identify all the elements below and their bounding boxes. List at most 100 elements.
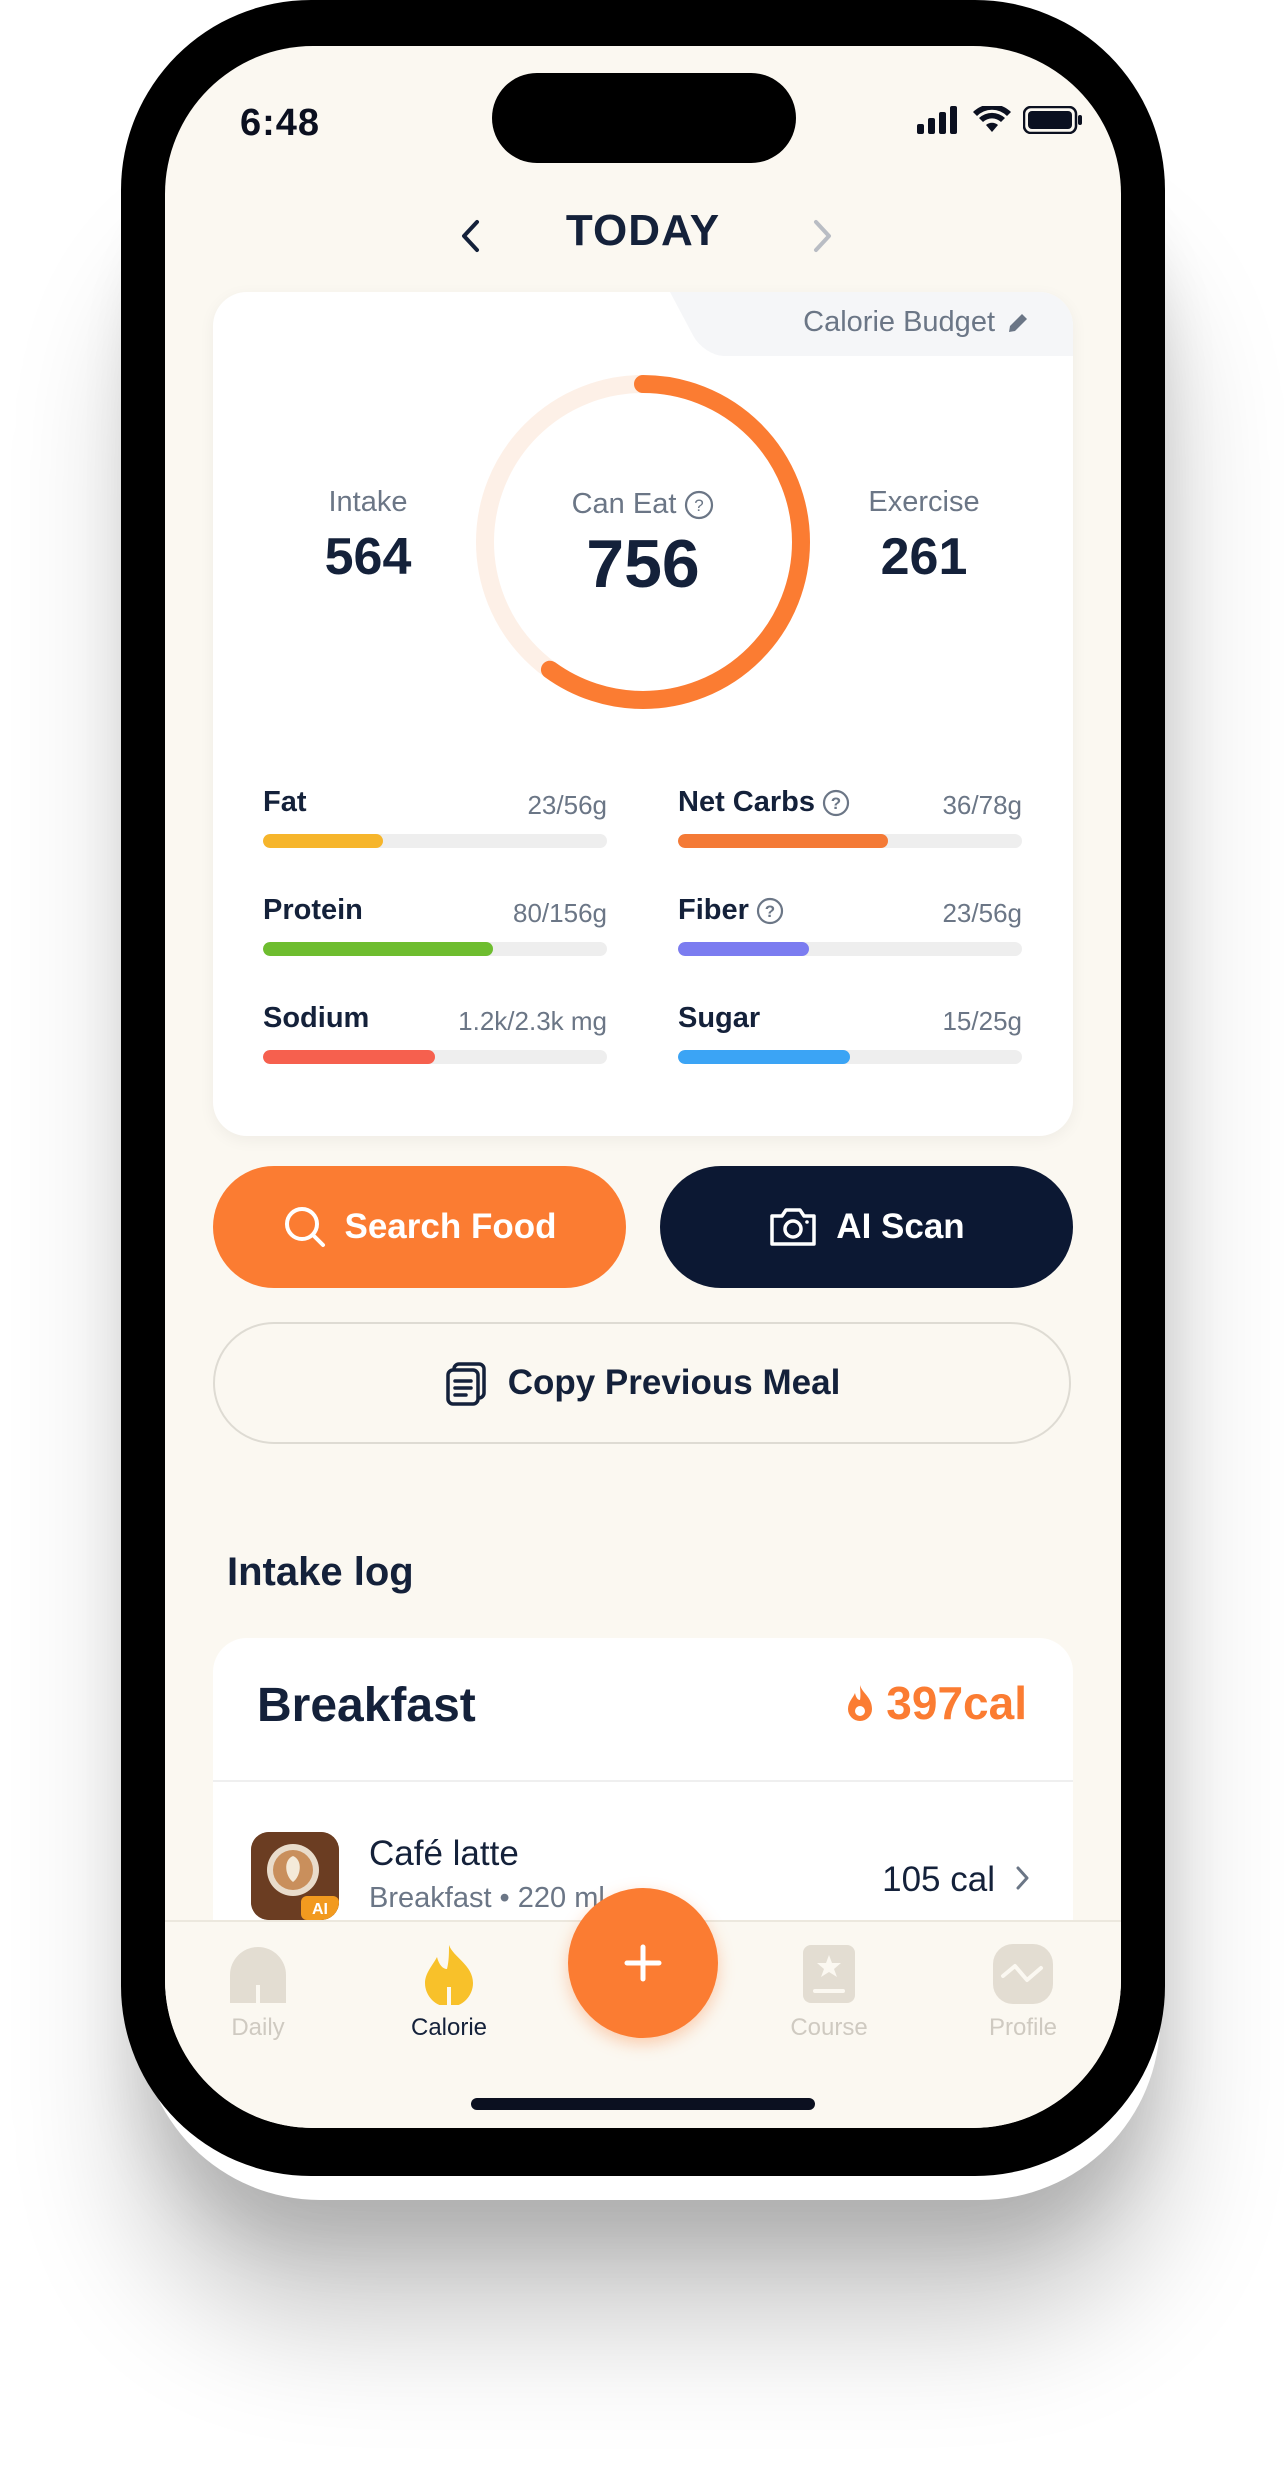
macro-name: Net Carbs? (678, 786, 851, 819)
tab-daily[interactable]: Daily (188, 1944, 328, 2042)
macro-name-text: Protein (263, 894, 363, 926)
canvas: 6:48 TODAY Calorie Budget Intake 564 Can… (0, 0, 1284, 2484)
calorie-budget-button[interactable]: Calorie Budget (803, 306, 1031, 339)
food-thumbnail: AI (251, 1832, 339, 1920)
date-navigator: TODAY (165, 196, 1121, 276)
macro-name-text: Sodium (263, 1002, 370, 1034)
daily-icon (230, 1947, 286, 2003)
copy-list-icon (445, 1362, 486, 1406)
macro-progress-track (678, 834, 1022, 848)
home-indicator[interactable] (471, 2098, 815, 2110)
macro-progress-fill (678, 942, 809, 956)
macro-value: 36/78g (942, 790, 1022, 820)
ai-scan-button[interactable]: AI Scan (660, 1166, 1073, 1288)
meal-calories: 397cal (844, 1676, 1027, 1730)
latte-icon: AI (251, 1832, 339, 1920)
macro-progress-track (263, 1050, 607, 1064)
macro-progress-fill (263, 1050, 435, 1064)
macro-progress-fill (263, 834, 384, 848)
meal-name: Breakfast (257, 1679, 476, 1732)
search-food-label: Search Food (344, 1207, 557, 1246)
svg-text:?: ? (831, 794, 841, 813)
exercise-label: Exercise (868, 486, 980, 518)
macro-value: 80/156g (513, 898, 607, 928)
macro-sugar: Sugar 15/25g (678, 1002, 1022, 1066)
macro-fiber: Fiber? 23/56g (678, 894, 1022, 958)
ai-scan-label: AI Scan (836, 1207, 965, 1246)
macro-progress-fill (678, 834, 888, 848)
macro-fat: Fat 23/56g (263, 786, 607, 850)
chevron-right-icon (814, 220, 831, 252)
next-day-button[interactable] (801, 214, 845, 258)
macro-progress-track (678, 1050, 1022, 1064)
svg-text:?: ? (695, 496, 704, 515)
dynamic-island (492, 73, 796, 163)
tab-calorie[interactable]: Calorie (379, 1944, 519, 2042)
calorie-budget-tab[interactable]: Calorie Budget (727, 292, 1073, 356)
date-title: TODAY (565, 206, 721, 255)
macro-protein: Protein 80/156g (263, 894, 607, 958)
tab-profile[interactable]: Profile (953, 1944, 1093, 2042)
help-icon[interactable]: ? (684, 490, 714, 520)
macro-progress-fill (678, 1050, 850, 1064)
wifi-icon (973, 106, 1011, 132)
pencil-icon (1009, 313, 1027, 332)
add-entry-button[interactable] (568, 1888, 718, 2038)
food-name: Café latte (369, 1834, 519, 1873)
status-icons (917, 106, 1083, 134)
tab-calorie-label: Calorie (410, 2014, 488, 2041)
food-calories: 105 cal (882, 1860, 995, 1899)
food-subtitle: Breakfast • 220 ml (369, 1882, 605, 1914)
meal-divider (213, 1780, 1073, 1782)
intake-log-title: Intake log (227, 1550, 414, 1594)
macro-name: Sugar (678, 1002, 760, 1035)
tab-profile-label: Profile (988, 2014, 1058, 2041)
plus-icon (624, 1944, 662, 1982)
macro-name-text: Net Carbs (678, 786, 815, 818)
tab-course-label: Course (790, 2014, 868, 2041)
app-screen: 6:48 TODAY Calorie Budget Intake 564 Can… (165, 46, 1121, 2128)
camera-icon (770, 1208, 817, 1246)
macro-name: Protein (263, 894, 363, 927)
macro-sodium: Sodium 1.2k/2.3k mg (263, 1002, 607, 1066)
macro-name: Fat (263, 786, 307, 819)
tab-course[interactable]: Course (759, 1944, 899, 2042)
status-time: 6:48 (240, 102, 321, 144)
search-icon (284, 1207, 325, 1247)
copy-previous-meal-label: Copy Previous Meal (507, 1363, 841, 1402)
macro-progress-track (263, 834, 607, 848)
macro-progress-track (263, 942, 607, 956)
svg-text:?: ? (765, 902, 775, 921)
flame-icon (425, 1945, 473, 2005)
tab-daily-label: Daily (231, 2014, 285, 2041)
macro-name-text: Sugar (678, 1002, 761, 1034)
macro-name: Sodium (263, 1002, 369, 1035)
copy-previous-meal-button[interactable]: Copy Previous Meal (213, 1322, 1071, 1444)
help-icon[interactable]: ? (755, 896, 785, 926)
signal-icon (917, 106, 957, 134)
can-eat-header: Can Eat ? (572, 488, 715, 521)
macro-value: 15/25g (942, 1006, 1022, 1036)
macro-progress-fill (263, 942, 494, 956)
macro-name-text: Fat (263, 786, 307, 818)
course-icon (803, 1945, 855, 2003)
calorie-summary-card: Calorie Budget Intake 564 Can Eat ? 756 (213, 292, 1073, 1136)
macro-value: 23/56g (527, 790, 607, 820)
can-eat-value: 756 (586, 526, 700, 602)
macro-name-text: Fiber (678, 894, 749, 926)
intake-label: Intake (328, 486, 408, 518)
calorie-budget-label: Calorie Budget (803, 306, 995, 338)
flame-icon (848, 1685, 873, 1721)
ai-badge-label: AI (312, 1901, 328, 1918)
intake-value: 564 (324, 528, 412, 586)
search-food-button[interactable]: Search Food (213, 1166, 626, 1288)
can-eat-stat: Can Eat ? 756 (503, 488, 783, 603)
help-icon[interactable]: ? (821, 788, 851, 818)
meal-calories-value: 397cal (886, 1677, 1027, 1729)
battery-icon (1023, 106, 1082, 134)
intake-stat: Intake 564 (268, 486, 468, 587)
macro-name: Fiber? (678, 894, 785, 927)
chevron-right-icon (1016, 1866, 1029, 1890)
macro-net-carbs: Net Carbs? 36/78g (678, 786, 1022, 850)
exercise-stat: Exercise 261 (824, 486, 1024, 587)
